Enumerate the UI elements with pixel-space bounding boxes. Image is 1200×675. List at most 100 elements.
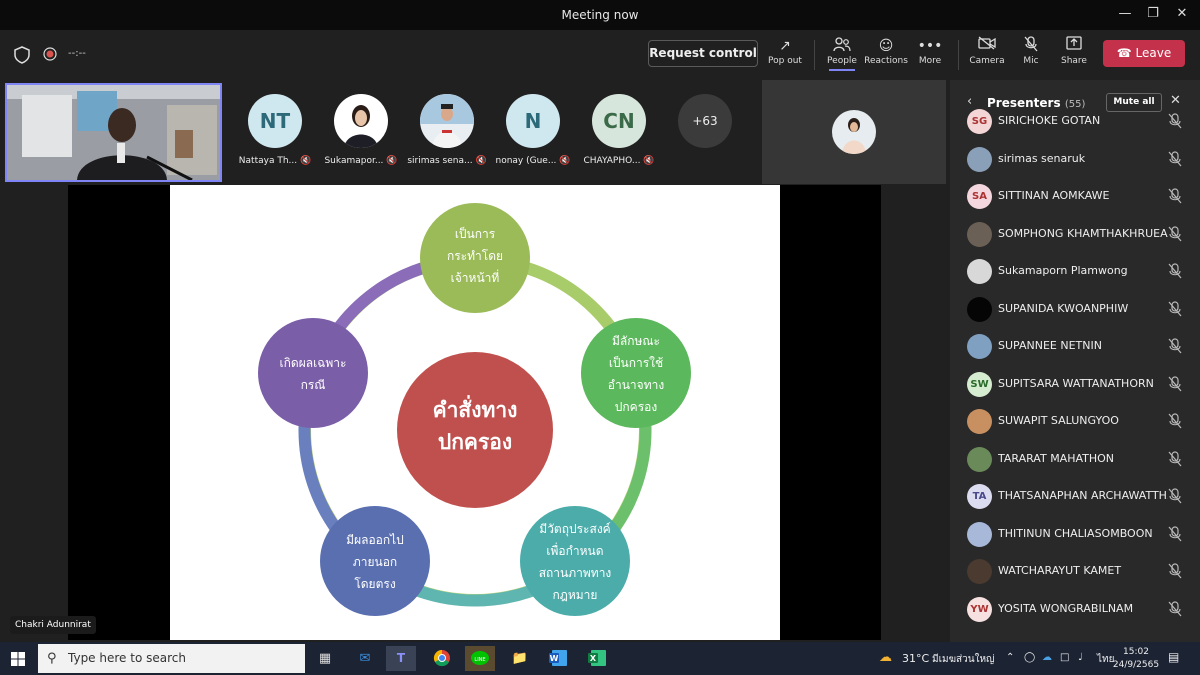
mic-off-icon[interactable] — [1168, 338, 1184, 354]
temperature: 31°C — [902, 652, 930, 665]
reactions-button[interactable]: ☺ Reactions — [864, 36, 908, 66]
svg-text:มีผลออกไป: มีผลออกไป — [346, 533, 404, 547]
network-icon[interactable]: ◯ — [1024, 652, 1035, 663]
avatar: SA — [967, 184, 992, 209]
notifications-icon[interactable]: ▤ — [1168, 650, 1179, 664]
presenter-row[interactable]: THITINUN CHALIASOMBOON — [950, 516, 1200, 553]
presenter-row[interactable]: WATCHARAYUT KAMET — [950, 553, 1200, 590]
mic-off-icon[interactable] — [1168, 600, 1184, 617]
mail-app-icon[interactable]: ✉ — [350, 646, 380, 671]
presenter-name: SITTINAN AOMKAWE — [998, 189, 1110, 202]
windows-taskbar: ⚲ Type here to search ▦ ✉ T LINE 📁 W X ☁… — [0, 642, 1200, 675]
svg-text:กรณี: กรณี — [301, 378, 326, 392]
pop-out-button[interactable]: ↗ Pop out — [763, 36, 807, 66]
mic-off-icon[interactable] — [1168, 563, 1184, 579]
presenter-row[interactable]: SUPANNEE NETNIN — [950, 328, 1200, 365]
mic-off-icon[interactable] — [1168, 450, 1184, 467]
recording-icon — [43, 47, 57, 61]
reactions-icon: ☺ — [878, 38, 894, 54]
title-bar: Meeting now — ❐ ✕ — [0, 0, 1200, 30]
mic-off-icon[interactable] — [1168, 225, 1184, 242]
presenter-row[interactable]: TA THATSANAPHAN ARCHAWATTH... — [950, 478, 1200, 515]
presenter-row[interactable]: SUWAPIT SALUNGYOO — [950, 403, 1200, 440]
mic-off-icon[interactable] — [1168, 300, 1184, 317]
mic-off-icon[interactable] — [1168, 375, 1184, 392]
speaker-video-image — [7, 85, 220, 180]
presenter-row[interactable]: TARARAT MAHATHON — [950, 441, 1200, 478]
presenter-row[interactable]: SG SIRICHOKE GOTAN — [950, 103, 1200, 140]
avatar — [967, 296, 992, 322]
share-button[interactable]: Share — [1052, 36, 1096, 66]
windows-start-icon[interactable] — [11, 652, 25, 666]
speaker-video[interactable] — [5, 83, 222, 182]
node-5: เกิดผลเฉพาะ กรณี — [258, 318, 368, 428]
mic-off-icon[interactable] — [1168, 525, 1184, 542]
share-label: Share — [1061, 56, 1087, 66]
presenter-row[interactable]: Sukamaporn Plamwong — [950, 253, 1200, 290]
presenter-name: SIRICHOKE GOTAN — [998, 114, 1101, 127]
participant-tile[interactable]: sirimas sena... 🔇 — [407, 94, 487, 166]
teams-app-icon[interactable]: T — [386, 646, 416, 671]
presenter-row[interactable]: sirimas senaruk — [950, 141, 1200, 178]
more-participants-button[interactable]: +63 — [678, 94, 732, 148]
taskbar-search-input[interactable]: ⚲ Type here to search — [38, 644, 305, 673]
onedrive-icon[interactable]: ☁ — [1042, 652, 1052, 663]
request-control-button[interactable]: Request control — [648, 40, 758, 67]
volume-icon[interactable]: ♩ — [1078, 652, 1083, 663]
task-view-icon[interactable]: ▦ — [310, 646, 340, 671]
word-app-icon[interactable]: W — [543, 646, 573, 671]
close-window-icon[interactable]: ✕ — [1172, 4, 1192, 24]
mic-button[interactable]: Mic — [1009, 36, 1053, 66]
people-button[interactable]: People — [820, 36, 864, 71]
weather-description[interactable]: มีเมฆส่วนใหญ่ — [932, 652, 995, 667]
presenter-row[interactable]: SUPANIDA KWOANPHIW — [950, 291, 1200, 328]
participant-tile[interactable]: N nonay (Gue... 🔇 — [493, 94, 573, 166]
presenter-tile[interactable] — [762, 80, 946, 184]
leave-label: Leave — [1135, 46, 1172, 60]
chrome-app-icon[interactable] — [427, 646, 457, 671]
mic-off-icon: 🔇 — [475, 156, 487, 166]
participant-tile[interactable]: NT Nattaya Th... 🔇 — [235, 94, 315, 166]
line-app-icon[interactable]: LINE — [465, 646, 495, 671]
clock[interactable]: 15:02 24/9/2565 — [1110, 646, 1162, 672]
mic-off-icon — [1009, 36, 1053, 56]
display-icon[interactable]: □ — [1060, 652, 1069, 663]
minimize-icon[interactable]: — — [1115, 4, 1135, 24]
people-label: People — [827, 56, 857, 66]
camera-button[interactable]: Camera — [965, 36, 1009, 66]
svg-text:W: W — [550, 654, 559, 663]
presenter-name: WATCHARAYUT KAMET — [998, 564, 1122, 577]
teams-meeting-window: Meeting now — ❐ ✕ --:-- Request control … — [0, 0, 1200, 675]
people-active-indicator — [829, 69, 855, 71]
chevron-up-icon[interactable]: ⌃ — [1006, 652, 1014, 663]
presenter-row[interactable]: SOMPHONG KHAMTHAKHRUEA — [950, 216, 1200, 253]
presenter-row[interactable]: SW SUPITSARA WATTANATHORN — [950, 366, 1200, 403]
presenter-row[interactable]: SA SITTINAN AOMKAWE — [950, 178, 1200, 215]
presenter-name: SOMPHONG KHAMTHAKHRUEA — [998, 226, 1168, 240]
mic-off-icon[interactable] — [1168, 188, 1184, 204]
speaker-name-tag: Chakri Adunnirat — [10, 616, 96, 634]
file-explorer-icon[interactable]: 📁 — [505, 646, 535, 671]
presenter-name: SUWAPIT SALUNGYOO — [998, 414, 1119, 427]
mic-off-icon[interactable] — [1168, 488, 1184, 504]
shield-icon[interactable] — [14, 46, 30, 64]
mic-off-icon[interactable] — [1168, 150, 1184, 167]
excel-app-icon[interactable]: X — [582, 646, 612, 671]
leave-button[interactable]: ☎ Leave — [1103, 40, 1185, 67]
restore-icon[interactable]: ❐ — [1143, 4, 1163, 24]
more-button[interactable]: ••• More — [908, 36, 952, 66]
mic-off-icon[interactable] — [1168, 413, 1184, 429]
people-icon — [820, 36, 864, 56]
svg-text:LINE: LINE — [474, 657, 485, 663]
mic-off-icon[interactable] — [1168, 263, 1184, 279]
mic-off-icon[interactable] — [1168, 113, 1184, 129]
presenter-row[interactable]: YW YOSITA WONGRABILNAM — [950, 591, 1200, 628]
presenter-name: SUPANIDA KWOANPHIW — [998, 301, 1129, 315]
participant-tile[interactable]: CN CHAYAPHO... 🔇 — [579, 94, 659, 166]
participant-tile[interactable]: Sukamapor... 🔇 — [321, 94, 401, 166]
participant-name: CHAYAPHO... 🔇 — [583, 156, 655, 166]
toolbar-divider — [958, 40, 959, 70]
participant-name: Nattaya Th... 🔇 — [238, 156, 312, 166]
weather-icon: ☁ — [879, 650, 892, 665]
screen-share[interactable]: คำสั่งทาง ปกครอง เป็นการ กระทำโดย เจ้าหน… — [68, 185, 881, 640]
